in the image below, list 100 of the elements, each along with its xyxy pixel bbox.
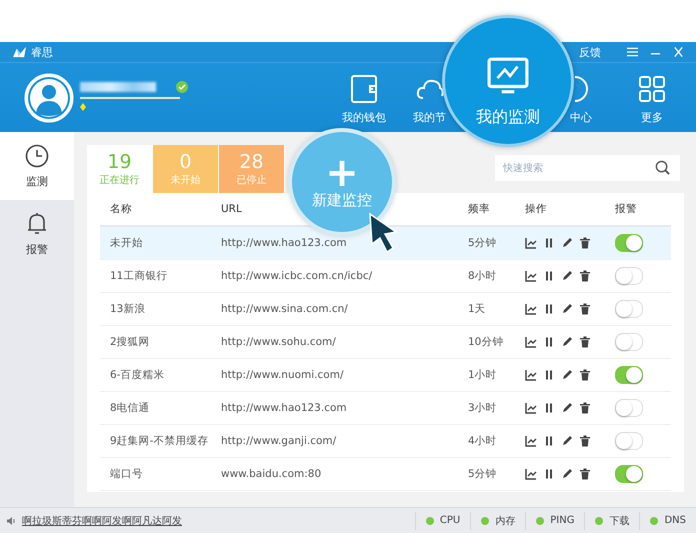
table-cell-text: 5分钟 xyxy=(468,467,498,481)
pause-icon[interactable] xyxy=(543,270,555,282)
column-header: URL xyxy=(221,203,243,215)
table-cell-text: http://www.ganji.com/ xyxy=(221,435,338,447)
grid-icon xyxy=(637,74,667,104)
chart-icon[interactable] xyxy=(525,369,537,381)
diamond-icon xyxy=(80,102,86,110)
alert-toggle[interactable] xyxy=(615,300,643,318)
table-cell-text: 端口号 xyxy=(109,467,144,481)
column-header: 操作 xyxy=(525,202,548,216)
speaker-icon xyxy=(6,516,16,526)
search-field[interactable]: 快速搜索 xyxy=(495,155,680,181)
table-row[interactable]: 13新浪 http://www.sina.com.cn/ 1天 xyxy=(100,293,671,326)
edit-icon[interactable] xyxy=(561,435,573,447)
edit-icon[interactable] xyxy=(561,270,573,282)
pause-icon[interactable] xyxy=(543,402,555,414)
table-row[interactable]: 8电信通 http://www.hao123.com 3小时 xyxy=(100,392,671,425)
chart-icon[interactable] xyxy=(525,303,537,315)
table-cell-text: 8小时 xyxy=(468,269,498,283)
alert-toggle[interactable] xyxy=(615,366,643,384)
table-cell-text: 未开始 xyxy=(109,236,144,250)
search-icon[interactable] xyxy=(655,160,670,175)
indicator-label: PING xyxy=(550,515,574,526)
edit-icon[interactable] xyxy=(561,402,573,414)
nav-item[interactable]: 更多 xyxy=(637,63,667,132)
indicator-label: 下载 xyxy=(609,514,630,528)
pause-icon[interactable] xyxy=(543,336,555,348)
status-message-link[interactable]: 啊拉圾斯蒂芬啊啊阿发啊阿凡达阿发 xyxy=(22,514,182,528)
table-cell-text: 5分钟 xyxy=(468,236,498,250)
table-cell-text: 13新浪 xyxy=(109,302,146,316)
wallet-icon xyxy=(349,74,379,104)
chart-icon[interactable] xyxy=(525,435,537,447)
table-cell-text: 2搜狐网 xyxy=(109,335,151,349)
chart-icon[interactable] xyxy=(525,270,537,282)
table-row[interactable]: 2搜狐网 http://www.sohu.com/ 10分钟 xyxy=(100,326,671,359)
column-header: 频率 xyxy=(468,202,491,216)
table-cell-text: 1天 xyxy=(468,302,487,316)
chart-icon[interactable] xyxy=(525,402,537,414)
feedback-link[interactable]: 反馈 xyxy=(579,44,601,60)
logo-icon xyxy=(12,46,27,58)
table-cell-text: 3小时 xyxy=(468,401,498,415)
alert-toggle[interactable] xyxy=(615,333,643,351)
indicator-label: 内存 xyxy=(495,514,516,528)
sidebar-item[interactable]: 监测 xyxy=(0,132,74,200)
table-cell-text: http://www.sina.com.cn/ xyxy=(221,303,349,315)
delete-icon[interactable] xyxy=(579,237,591,249)
pause-icon[interactable] xyxy=(543,303,555,315)
table-row[interactable]: 未开始 http://www.hao123.com 5分钟 xyxy=(100,227,671,260)
table-cell-text: 1小时 xyxy=(468,368,498,382)
table-cell-text: http://www.icbc.com.cn/icbc/ xyxy=(221,270,374,282)
cursor-icon xyxy=(368,212,398,254)
table-row[interactable]: 9赶集网-不禁用缓存 http://www.ganji.com/ 4小时 xyxy=(100,425,671,458)
pause-icon[interactable] xyxy=(543,369,555,381)
close-icon[interactable] xyxy=(673,47,684,57)
edit-icon[interactable] xyxy=(561,237,573,249)
edit-icon[interactable] xyxy=(561,468,573,480)
sidebar-item[interactable]: 报警 xyxy=(0,200,74,268)
chart-icon[interactable] xyxy=(525,468,537,480)
status-dot-icon xyxy=(650,516,658,524)
delete-icon[interactable] xyxy=(579,303,591,315)
table-cell-text: 6-百度糯米 xyxy=(109,368,166,382)
alert-toggle[interactable] xyxy=(615,399,643,417)
delete-icon[interactable] xyxy=(579,435,591,447)
menu-icon[interactable] xyxy=(627,47,638,57)
app-title: 睿思 xyxy=(31,44,53,60)
pause-icon[interactable] xyxy=(543,237,555,249)
indicator-label: CPU xyxy=(440,515,460,526)
chart-icon[interactable] xyxy=(525,237,537,249)
table-cell-text: 9赶集网-不禁用缓存 xyxy=(109,434,210,448)
table-cell-text: http://www.hao123.com xyxy=(221,237,348,249)
status-dot-icon xyxy=(595,516,604,524)
table-cell-text: 10分钟 xyxy=(468,335,504,349)
status-dot-icon xyxy=(426,516,434,524)
column-header: 报警 xyxy=(615,202,638,216)
arc-icon xyxy=(574,76,588,102)
delete-icon[interactable] xyxy=(579,336,591,348)
chart-icon[interactable] xyxy=(525,336,537,348)
alert-toggle[interactable] xyxy=(615,432,643,450)
table-cell-text: http://www.sohu.com/ xyxy=(221,336,337,348)
edit-icon[interactable] xyxy=(561,303,573,315)
pause-icon[interactable] xyxy=(543,435,555,447)
delete-icon[interactable] xyxy=(579,468,591,480)
clock-icon xyxy=(25,144,49,168)
table-row[interactable]: 11工商银行 http://www.icbc.com.cn/icbc/ 8小时 xyxy=(100,260,671,293)
delete-icon[interactable] xyxy=(579,270,591,282)
pause-icon[interactable] xyxy=(543,468,555,480)
avatar[interactable] xyxy=(24,72,74,122)
alert-toggle[interactable] xyxy=(615,267,643,285)
edit-icon[interactable] xyxy=(561,369,573,381)
table-row[interactable]: 端口号 www.baidu.com:80 5分钟 xyxy=(100,458,671,491)
alert-toggle[interactable] xyxy=(615,465,643,483)
edit-icon[interactable] xyxy=(561,336,573,348)
monitor-chart-icon xyxy=(487,56,529,94)
delete-icon[interactable] xyxy=(579,402,591,414)
alert-toggle[interactable] xyxy=(615,234,643,252)
table-cell-text: 8电信通 xyxy=(109,401,151,415)
delete-icon[interactable] xyxy=(579,369,591,381)
table-row[interactable]: 6-百度糯米 http://www.nuomi.com/ 1小时 xyxy=(100,359,671,392)
table-cell-text: http://www.hao123.com xyxy=(221,402,348,414)
status-dot-icon xyxy=(481,516,490,524)
